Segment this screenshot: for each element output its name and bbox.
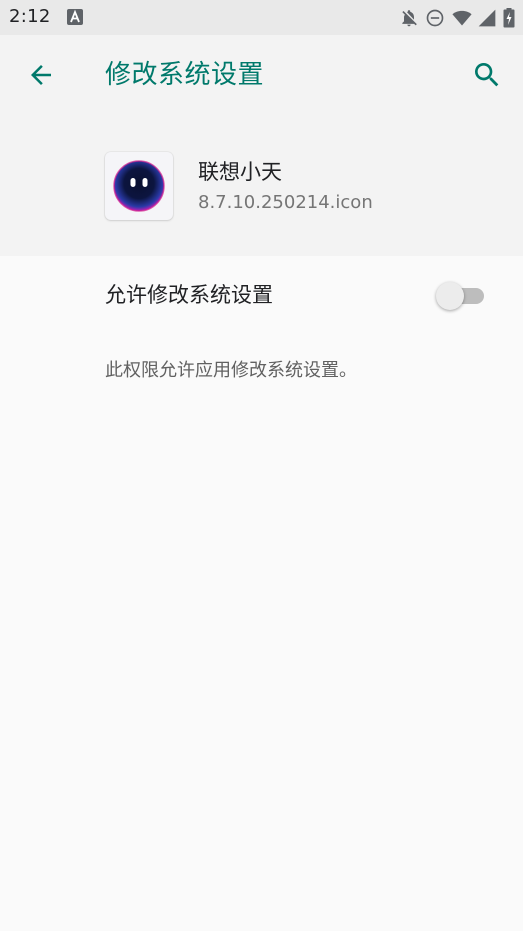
permission-description: 此权限允许应用修改系统设置。 <box>105 360 357 381</box>
status-bar: 2:12 <box>0 0 523 35</box>
a-badge-icon <box>67 9 83 25</box>
page-title: 修改系统设置 <box>105 60 265 90</box>
app-version: 8.7.10.250214.icon <box>198 192 373 213</box>
permission-toggle[interactable] <box>436 282 486 310</box>
app-icon <box>105 152 173 220</box>
toolbar: 修改系统设置 <box>0 35 523 116</box>
status-time: 2:12 <box>9 6 51 27</box>
app-header: 联想小天 8.7.10.250214.icon <box>0 116 523 256</box>
search-button[interactable] <box>469 55 505 95</box>
toggle-thumb <box>436 282 464 310</box>
permission-row[interactable]: 允许修改系统设置 <box>0 256 523 336</box>
status-icons <box>399 7 515 29</box>
signal-icon <box>477 8 497 28</box>
app-name: 联想小天 <box>198 160 282 184</box>
battery-icon <box>503 8 515 28</box>
arrow-back-icon <box>31 65 51 85</box>
notifications-off-icon <box>399 8 419 28</box>
back-button[interactable] <box>24 55 58 95</box>
search-icon <box>475 63 499 87</box>
do-not-disturb-icon <box>425 8 445 28</box>
wifi-icon <box>451 8 472 28</box>
permission-label: 允许修改系统设置 <box>105 283 273 307</box>
